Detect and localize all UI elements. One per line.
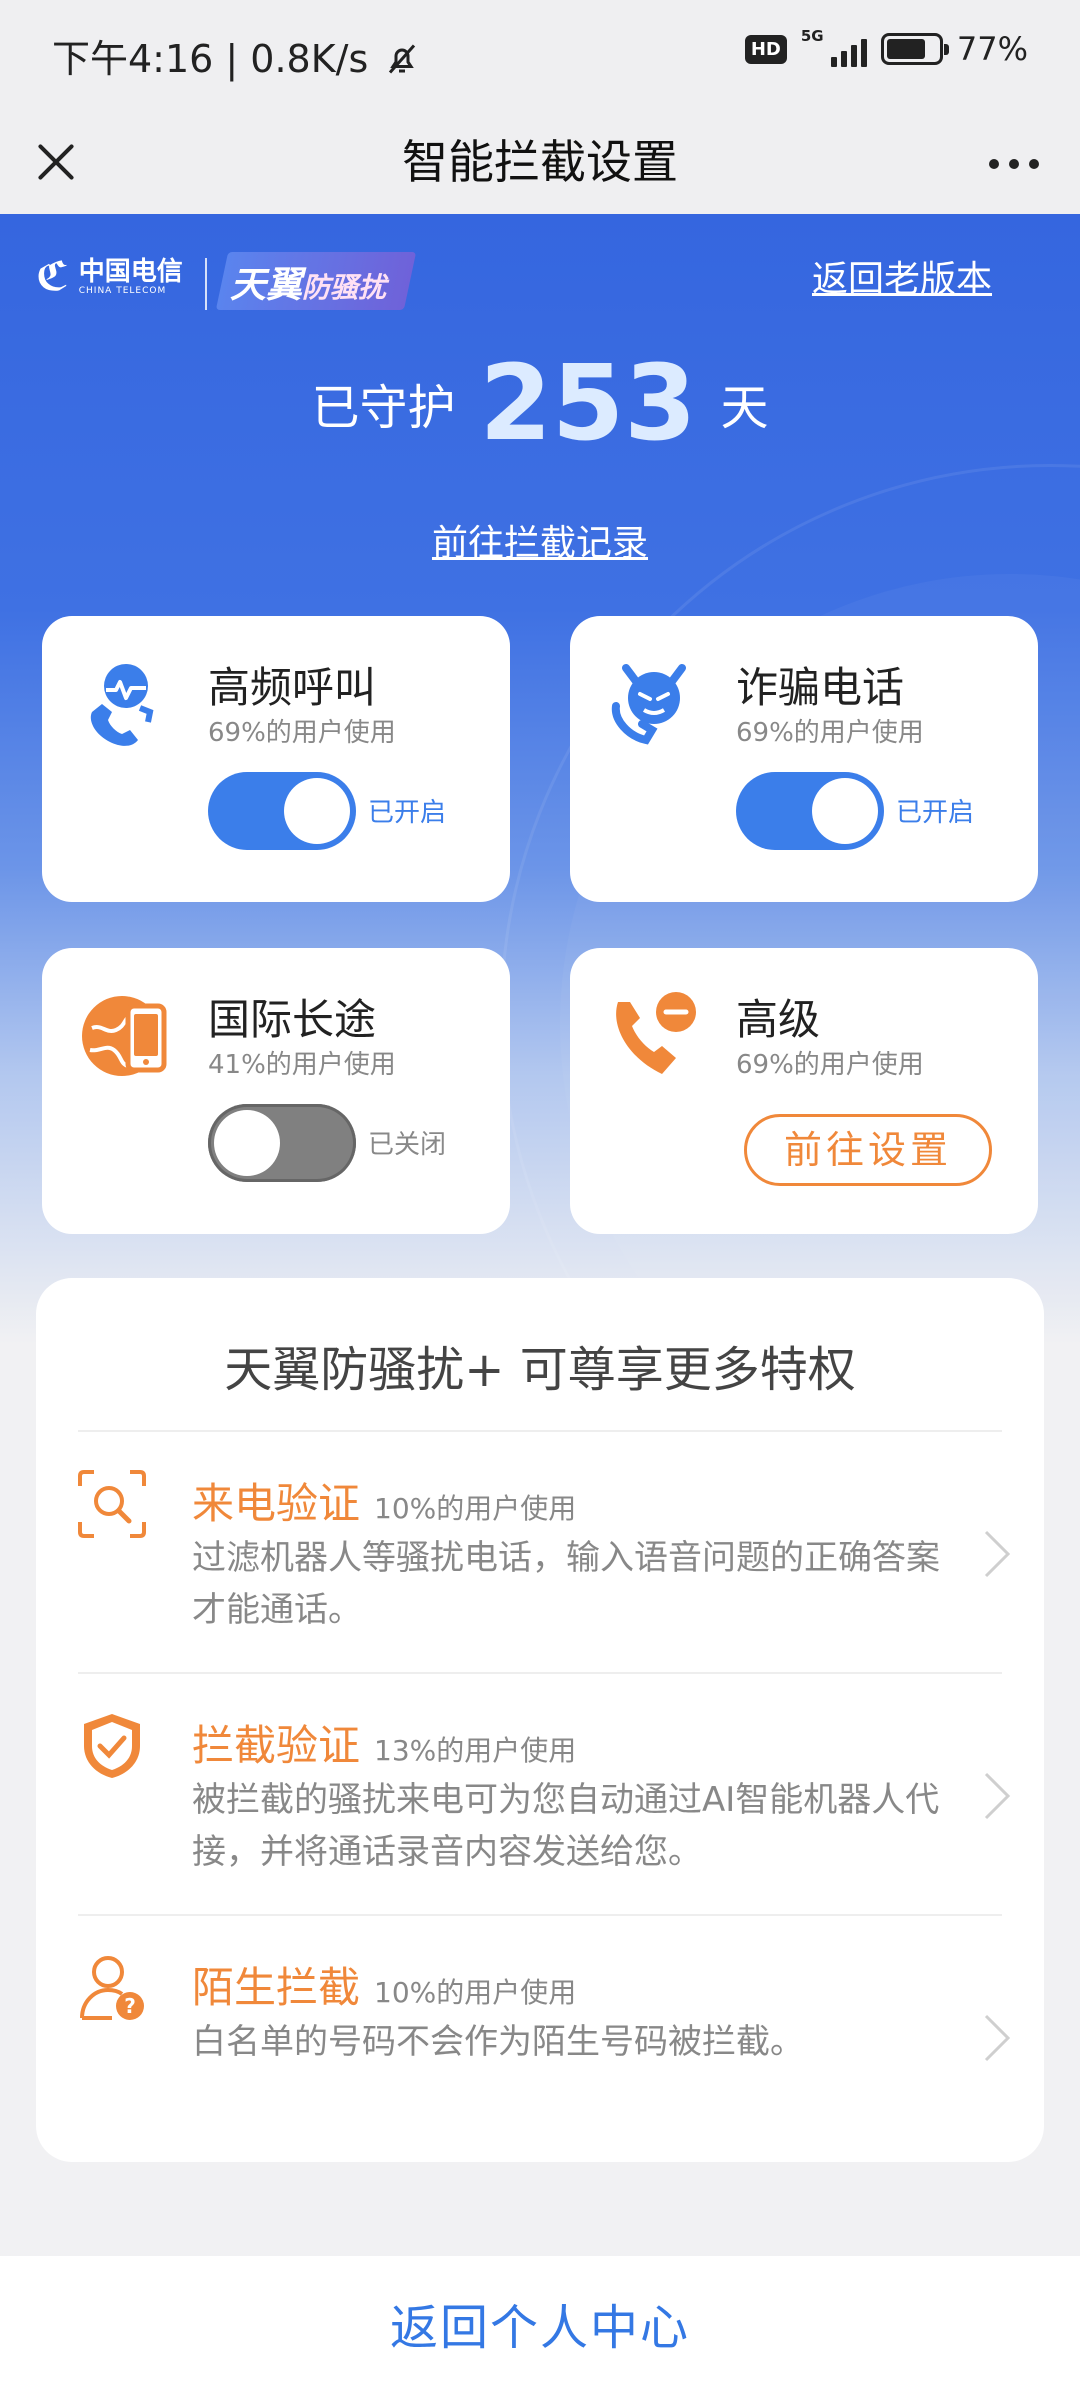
hero-section: ℭ 中国电信 CHINA TELECOM 天翼防骚扰 返回老版本 已守护 253 天… [0,214,1080,1344]
chevron-right-icon [984,1530,1011,1578]
card-title: 国际长途 [208,995,377,1044]
go-settings-button[interactable]: 前往设置 [744,1114,992,1186]
privilege-usage: 10%的用户使用 [374,1492,577,1525]
globe-phone-icon [82,996,167,1076]
card-high-frequency: 高频呼叫 69%的用户使用 已开启 [42,616,510,902]
guard-days-count: 253 [479,342,697,464]
card-usage: 41%的用户使用 [208,1050,396,1080]
privilege-name: 来电验证 [192,1479,361,1528]
high-frequency-toggle[interactable] [208,772,356,850]
china-telecom-logo: ℭ 中国电信 CHINA TELECOM [36,254,183,300]
chevron-right-icon [984,2014,1011,2062]
phone-block-icon [616,992,696,1074]
devil-phone-icon [611,664,686,745]
guard-days: 已守护 253 天 [311,342,769,464]
card-international: 国际长途 41%的用户使用 已关闭 [42,948,510,1234]
privilege-desc: 过滤机器人等骚扰电话，输入语音问题的正确答案才能通话。 [192,1538,940,1630]
back-to-profile-button[interactable]: 返回个人中心 [0,2256,1080,2400]
card-fraud-call: 诈骗电话 69%的用户使用 已开启 [570,616,1038,902]
status-time: 下午4:16 | 0.8K/s [52,37,369,81]
privilege-desc: 白名单的号码不会作为陌生号码被拦截。 [192,2022,804,2062]
privilege-intercept-verify[interactable]: 拦截验证 13%的用户使用 被拦截的骚扰来电可为您自动通过AI智能机器人代接，并将… [36,1674,1044,1914]
privilege-usage: 13%的用户使用 [374,1734,577,1767]
card-title: 高级 [736,995,821,1044]
close-icon[interactable] [30,136,82,188]
signal-icon: 5G [801,27,867,67]
page-title: 智能拦截设置 [402,135,678,189]
user-question-icon: ? [80,1956,144,2020]
card-title: 高频呼叫 [208,663,377,712]
high-frequency-call-icon [90,664,154,746]
toggle-state-label: 已开启 [368,798,447,828]
fraud-call-toggle[interactable] [736,772,884,850]
international-toggle[interactable] [208,1104,356,1182]
privileges-panel: 天翼防骚扰+ 可尊享更多特权 来电验证 10%的用户使用 过滤机器人等骚扰电话，输… [36,1278,1044,2162]
toggle-state-label: 已开启 [896,798,975,828]
privilege-desc: 被拦截的骚扰来电可为您自动通过AI智能机器人代接，并将通话录音内容发送给您。 [192,1780,940,1872]
card-advanced: 高级 69%的用户使用 前往设置 [570,948,1038,1234]
scan-search-icon [78,1470,146,1538]
privilege-name: 拦截验证 [192,1721,361,1770]
old-version-link[interactable]: 返回老版本 [812,250,992,302]
nav-bar: 智能拦截设置 [0,110,1080,214]
card-title: 诈骗电话 [736,663,905,712]
more-options-icon[interactable] [974,144,1054,184]
footer-bar: 返回个人中心 [0,2256,1080,2400]
mute-bell-icon [389,44,416,74]
toggle-state-label: 已关闭 [368,1130,447,1160]
hd-badge: HD [744,34,787,64]
privileges-title: 天翼防骚扰+ 可尊享更多特权 [224,1342,856,1398]
card-usage: 69%的用户使用 [736,718,924,748]
telecom-logo-icon: ℭ [36,254,69,300]
privilege-name: 陌生拦截 [192,1963,361,2012]
privilege-call-verify[interactable]: 来电验证 10%的用户使用 过滤机器人等骚扰电话，输入语音问题的正确答案才能通话。 [36,1432,1044,1672]
svg-text:?: ? [124,1994,136,2018]
battery-icon [880,33,949,65]
brand-name: 天翼防骚扰 [230,265,387,306]
battery-percent: 77% [956,30,1028,68]
chevron-right-icon [984,1772,1011,1820]
card-usage: 69%的用户使用 [736,1050,924,1080]
shield-check-icon [84,1714,140,1778]
privilege-usage: 10%的用户使用 [374,1976,577,2009]
logo-divider [205,258,207,310]
network-label: 5G [800,27,824,45]
card-usage: 69%的用户使用 [208,718,396,748]
privilege-stranger-block[interactable]: ? 陌生拦截 10%的用户使用 白名单的号码不会作为陌生号码被拦截。 [36,1916,1044,2156]
status-bar: 下午4:16 | 0.8K/s HD 5G 77% [0,0,1080,110]
intercept-records-link[interactable]: 前往拦截记录 [0,514,1080,566]
